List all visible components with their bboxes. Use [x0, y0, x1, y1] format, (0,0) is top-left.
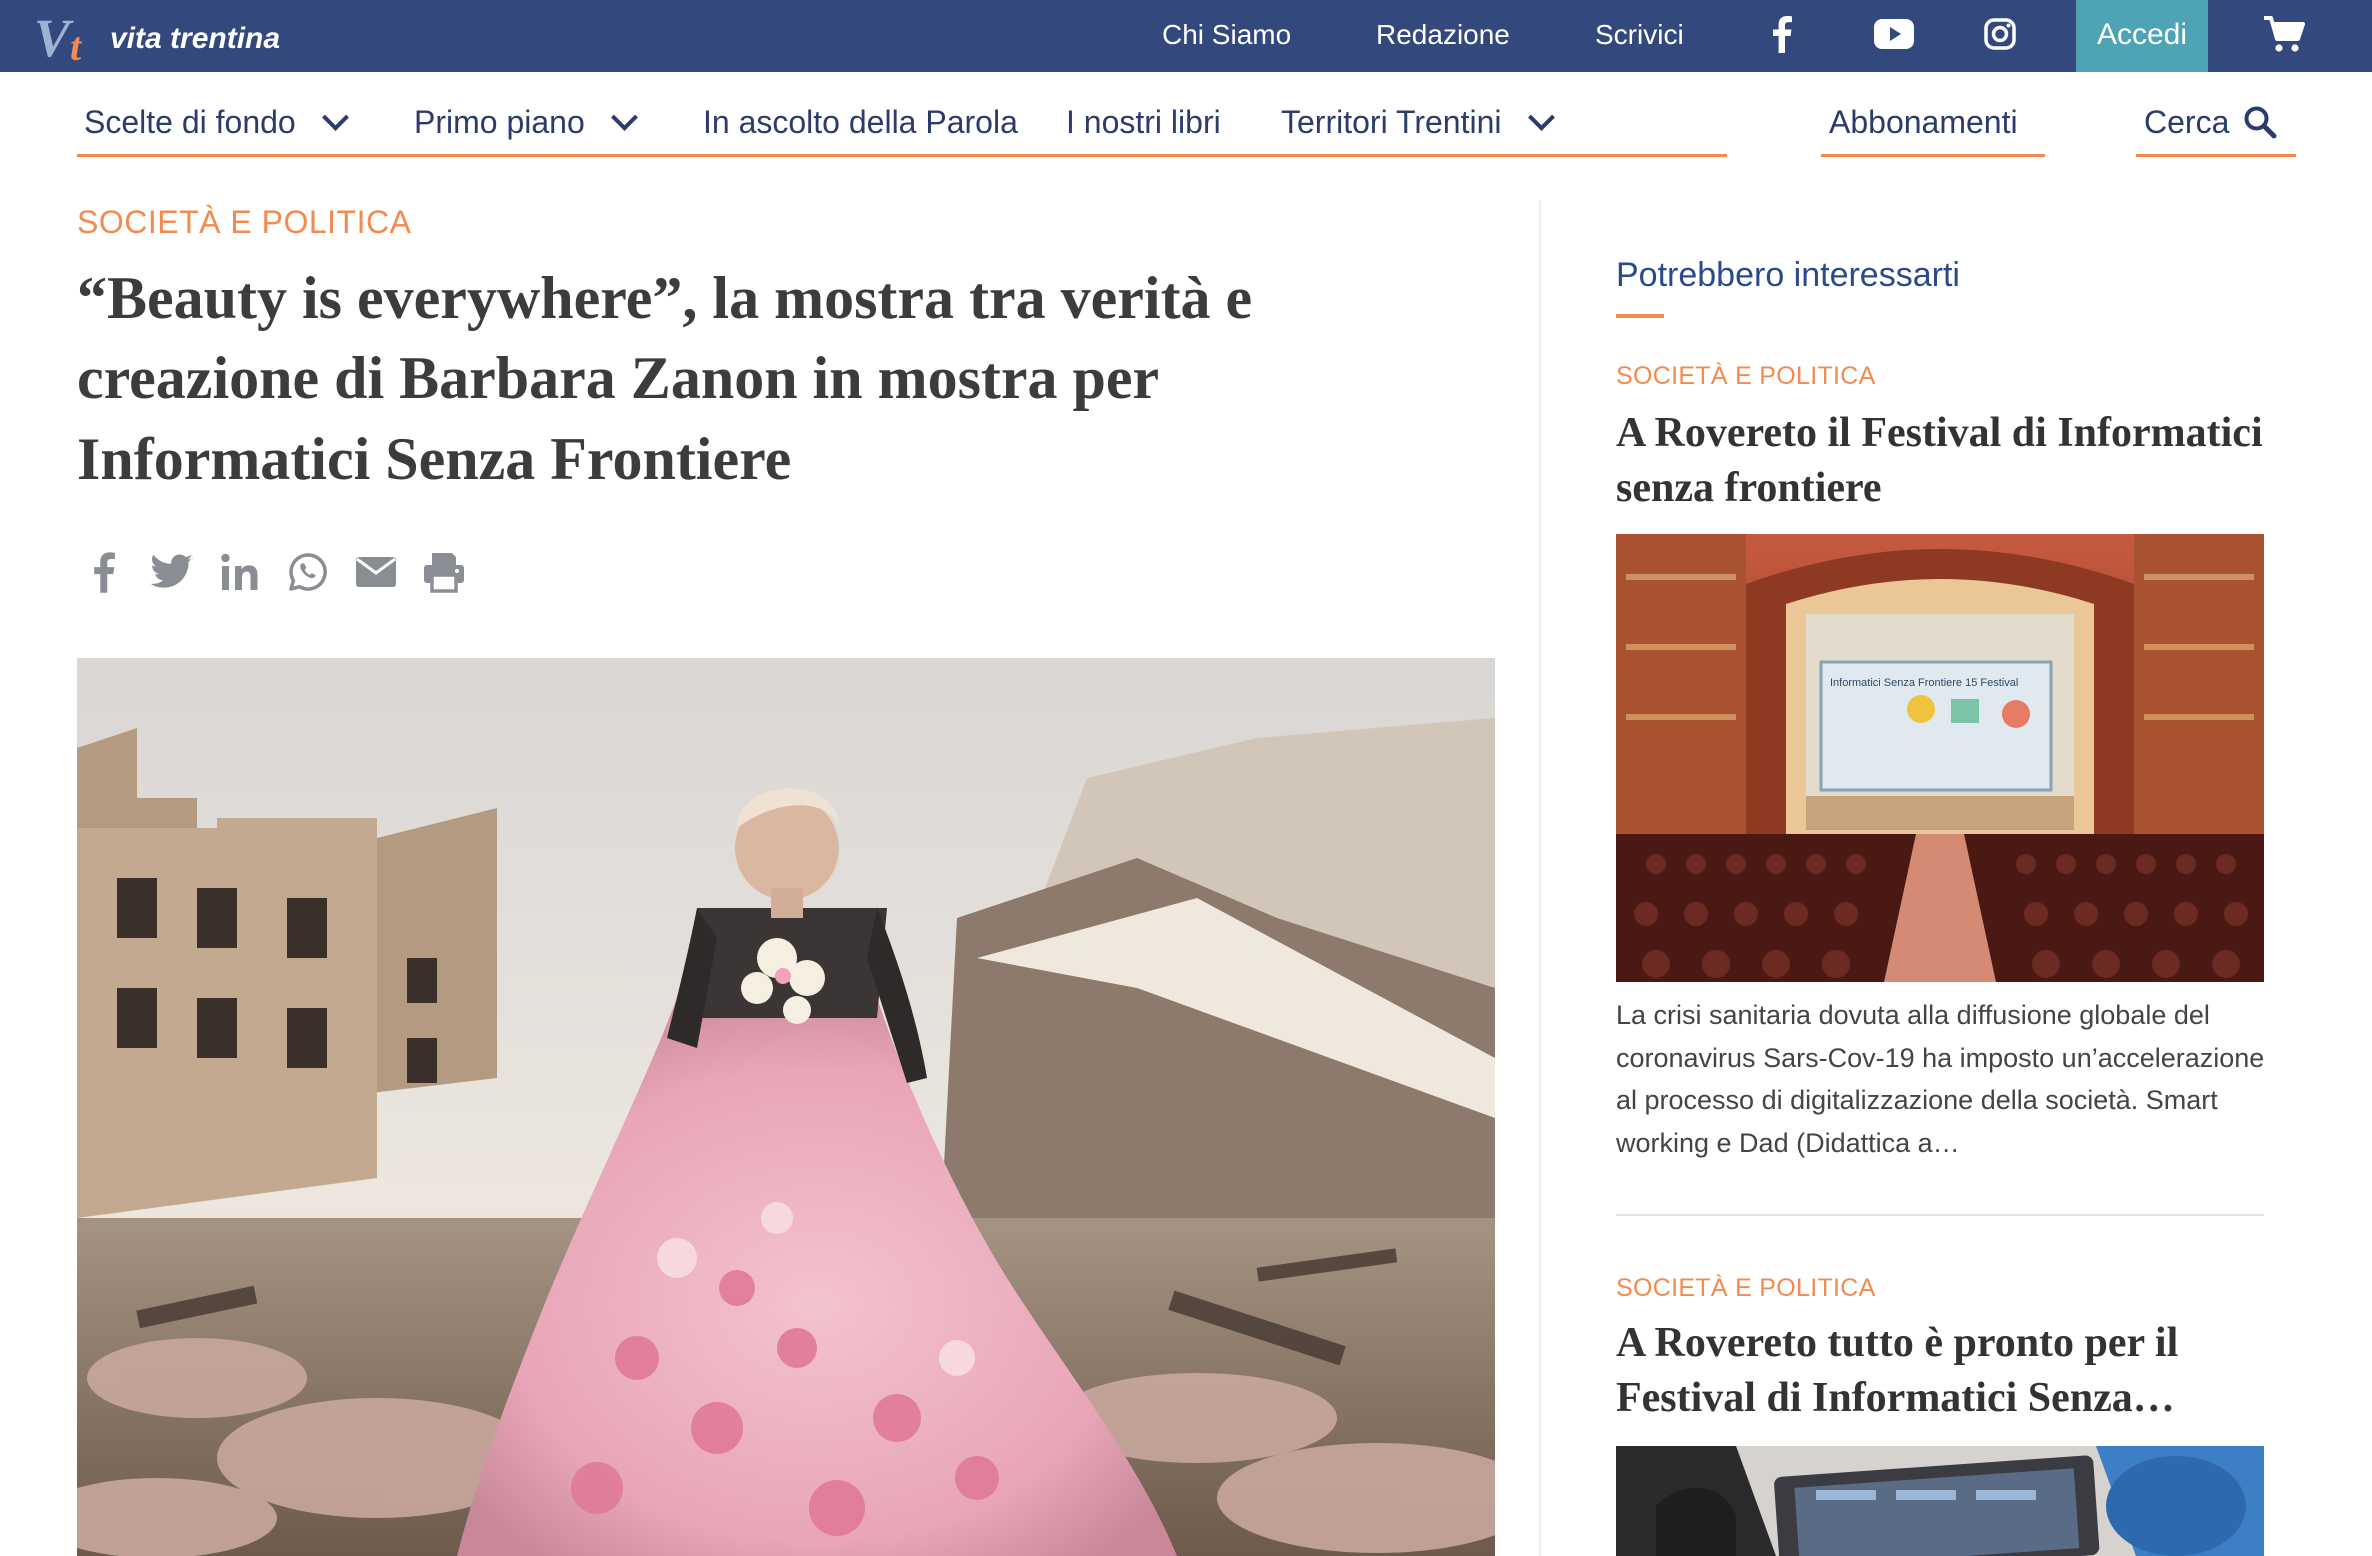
logo-mark: V t: [34, 8, 82, 69]
related-category[interactable]: SOCIETÀ E POLITICA: [1616, 362, 1876, 391]
nav-scelte-di-fondo[interactable]: Scelte di fondo: [84, 102, 349, 142]
related-image[interactable]: [1616, 1446, 2264, 1556]
sidebar-title-accent: [1616, 314, 1664, 318]
sidebar-title: Potrebbero interessarti: [1616, 256, 1960, 294]
screen-text: Informatici Senza Frontiere 15 Festival: [1830, 677, 2018, 689]
shopping-cart-icon[interactable]: [2262, 14, 2310, 58]
chevron-down-icon: [1527, 103, 1555, 131]
facebook-icon[interactable]: [82, 550, 126, 594]
nav-abbonamenti[interactable]: Abbonamenti: [1829, 102, 2018, 142]
article-title: “Beauty is everywhere”, la mostra tra ve…: [77, 265, 1253, 492]
linkedin-icon[interactable]: [218, 550, 262, 594]
nav-in-ascolto-della-parola[interactable]: In ascolto della Parola: [703, 102, 1018, 142]
share-bar: [82, 548, 490, 596]
search-icon: [2244, 106, 2277, 139]
instagram-icon[interactable]: [1982, 14, 2018, 54]
hero-photo: [77, 658, 1495, 1556]
article-category[interactable]: SOCIETÀ E POLITICA: [77, 204, 411, 241]
logo-text: vita trentina: [110, 22, 281, 55]
nav-redazione[interactable]: Redazione: [1376, 0, 1510, 72]
print-icon[interactable]: [422, 550, 466, 594]
email-icon[interactable]: [354, 550, 398, 594]
chevron-down-icon: [610, 103, 638, 131]
whatsapp-icon[interactable]: [286, 550, 330, 594]
nav-chi-siamo[interactable]: Chi Siamo: [1162, 0, 1291, 72]
twitter-icon[interactable]: [150, 550, 194, 594]
cerca-underline: [2136, 154, 2296, 157]
nav-territori-trentini[interactable]: Territori Trentini: [1281, 102, 1555, 142]
related-excerpt: La crisi sanitaria dovuta alla diffusion…: [1616, 1000, 2265, 1158]
top-bar: V t vita trentina Chi Siamo Redazione Sc…: [0, 0, 2372, 72]
chevron-down-icon: [321, 103, 349, 131]
page-container: Scelte di fondo Primo piano In ascolto d…: [34, 72, 2338, 1556]
column-divider: [1539, 200, 1541, 1556]
related-category[interactable]: SOCIETÀ E POLITICA: [1616, 1274, 1876, 1303]
youtube-icon[interactable]: [1872, 14, 1916, 54]
nav-underline: [77, 154, 1727, 157]
sidebar-divider: [1616, 1214, 2264, 1216]
related-title[interactable]: A Rovereto il Festival di Informatici se…: [1616, 406, 2266, 515]
nav-scrivici[interactable]: Scrivici: [1595, 0, 1684, 72]
nav-i-nostri-libri[interactable]: I nostri libri: [1066, 102, 1221, 142]
abbonamenti-underline: [1821, 154, 2045, 157]
hero-image: [77, 658, 1495, 1556]
related-image[interactable]: Informatici Senza Frontiere 15 Festival: [1616, 534, 2264, 982]
related-title[interactable]: A Rovereto tutto è pronto per il Festiva…: [1616, 1316, 2266, 1425]
nav-primo-piano[interactable]: Primo piano: [414, 102, 638, 142]
facebook-icon[interactable]: [1768, 14, 1796, 54]
site-logo[interactable]: V t vita trentina: [34, 6, 281, 69]
login-button[interactable]: Accedi: [2076, 0, 2208, 72]
main-nav: Scelte di fondo Primo piano In ascolto d…: [34, 72, 2338, 168]
search-button[interactable]: Cerca: [2144, 102, 2277, 142]
